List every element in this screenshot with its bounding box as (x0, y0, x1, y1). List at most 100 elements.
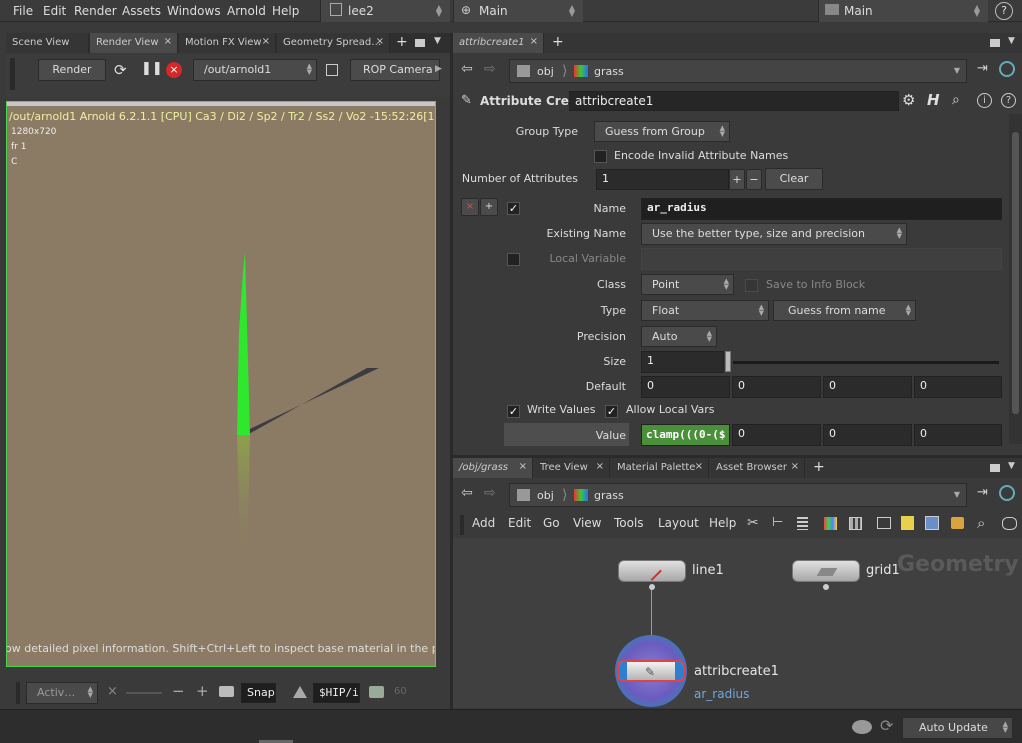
node-line1[interactable] (618, 560, 686, 582)
default-field-2[interactable]: 0 (732, 376, 821, 398)
image-path-field[interactable]: $HIP/i (313, 683, 360, 703)
pin-icon[interactable]: ⇥ (977, 485, 988, 500)
close-icon[interactable]: × (596, 461, 604, 472)
grid-icon[interactable] (849, 517, 862, 530)
write-values-checkbox[interactable]: ✓ (507, 405, 520, 418)
camera-button[interactable]: ROP Camera (350, 59, 440, 81)
existing-name-dropdown[interactable]: Use the better type, size and precision … (641, 223, 907, 245)
delete-multiparm-button[interactable]: × (461, 198, 479, 216)
gear-icon[interactable]: ⚙ (902, 91, 915, 109)
group-type-dropdown[interactable]: Guess from Group ▲ ▼ (594, 121, 730, 142)
type-dropdown[interactable]: Float ▲ ▼ (641, 300, 769, 321)
default-field-3[interactable]: 0 (823, 376, 912, 398)
link-icon[interactable] (999, 485, 1015, 501)
add-tab-icon[interactable]: + (396, 34, 408, 50)
pane-menu-icon[interactable]: ▼ (1008, 461, 1015, 471)
local-variable-field[interactable] (641, 248, 1002, 270)
back-arrow-icon[interactable]: ⇦ (461, 61, 473, 77)
size-field[interactable]: 1 (641, 351, 724, 373)
value-expression-field[interactable]: clamp(((0-($ (641, 424, 730, 446)
size-slider-track[interactable] (733, 361, 999, 364)
background-image-icon[interactable] (925, 516, 939, 530)
maximize-icon[interactable] (415, 39, 425, 47)
context-selector[interactable]: ⊕ Main ▲ ▼ (453, 0, 583, 22)
network-breadcrumb[interactable]: obj ⟩ grass ▼ (509, 483, 967, 507)
precision-dropdown[interactable]: Auto ▲ ▼ (641, 326, 717, 347)
tab-geometry-spreadsheet[interactable]: Geometry Spread… × (277, 33, 390, 53)
net-menu-layout[interactable]: Layout (658, 516, 699, 530)
close-icon[interactable]: × (164, 36, 172, 47)
tab-material-palette[interactable]: Material Palette × (611, 458, 709, 478)
size-slider-handle[interactable] (725, 351, 731, 372)
pane-menu-icon[interactable]: ▼ (1008, 36, 1015, 46)
right-desktop-selector[interactable]: Main ▲ ▼ (818, 0, 988, 22)
auto-update-dropdown[interactable]: Auto Update ▲ ▼ (902, 717, 1013, 739)
default-field-1[interactable]: 0 (641, 376, 730, 398)
list-icon[interactable] (797, 517, 808, 530)
tree-icon[interactable]: ⊢ (772, 515, 783, 530)
tab-render-view[interactable]: Render View × (90, 33, 178, 53)
menu-render[interactable]: Render (74, 4, 117, 18)
pane-menu-icon[interactable]: ▼ (434, 36, 441, 46)
value-field-3[interactable]: 0 (823, 424, 912, 446)
plus-icon[interactable]: + (196, 682, 209, 700)
minus-icon[interactable]: − (172, 682, 185, 700)
link-icon[interactable] (999, 61, 1015, 77)
help-h-icon[interactable]: H (927, 91, 940, 109)
render-output-icon[interactable] (369, 686, 384, 698)
net-menu-edit[interactable]: Edit (508, 516, 531, 530)
path-obj[interactable]: obj (537, 489, 554, 502)
menu-windows[interactable]: Windows (167, 4, 221, 18)
path-obj[interactable]: obj (537, 65, 554, 78)
back-arrow-icon[interactable]: ⇦ (461, 485, 473, 501)
pin-icon[interactable]: ⇥ (977, 61, 988, 76)
path-node[interactable]: grass (594, 65, 624, 78)
class-dropdown[interactable]: Point ▲ ▼ (641, 274, 734, 295)
default-field-4[interactable]: 0 (914, 376, 1002, 398)
close-icon[interactable]: × (530, 36, 538, 47)
allow-local-vars-checkbox[interactable]: ✓ (605, 405, 618, 418)
close-icon[interactable]: × (695, 461, 703, 472)
menu-edit[interactable]: Edit (43, 4, 66, 18)
num-attributes-field[interactable]: 1 (596, 169, 729, 190)
search-icon[interactable]: ⌕ (952, 92, 960, 108)
render-button[interactable]: Render (38, 59, 106, 81)
refresh-icon[interactable]: ⟳ (114, 61, 127, 79)
add-attribute-button[interactable]: + (729, 169, 745, 190)
menu-help[interactable]: Help (272, 4, 299, 18)
output-connector[interactable] (649, 584, 655, 590)
net-menu-add[interactable]: Add (472, 516, 495, 530)
net-menu-go[interactable]: Go (543, 516, 560, 530)
menu-arnold[interactable]: Arnold (227, 4, 266, 18)
display-flag[interactable] (619, 662, 627, 680)
tab-asset-browser[interactable]: Asset Browser × (710, 458, 805, 478)
close-icon[interactable]: × (791, 461, 799, 472)
close-icon[interactable]: × (262, 36, 270, 47)
tab-attribcreate1[interactable]: attribcreate1 × (453, 33, 544, 53)
save-icon[interactable] (293, 686, 307, 698)
forward-arrow-icon[interactable]: ⇨ (484, 485, 496, 501)
node-grid1[interactable] (792, 560, 860, 582)
remove-attribute-button[interactable]: − (746, 169, 762, 190)
type-guess-dropdown[interactable]: Guess from name ▲ ▼ (773, 300, 916, 321)
color-palette-icon[interactable] (824, 517, 837, 530)
pause-icon[interactable]: ❚❚ (141, 61, 163, 76)
chevron-down-icon[interactable]: ▼ (954, 490, 960, 499)
search-icon[interactable]: ⌕ (977, 514, 985, 532)
value-field-4[interactable]: 0 (914, 424, 1002, 446)
add-tab-icon[interactable]: + (813, 459, 825, 475)
close-icon[interactable]: × (519, 461, 527, 472)
net-menu-help[interactable]: Help (709, 516, 736, 530)
encode-checkbox[interactable] (594, 150, 607, 163)
chevron-down-icon[interactable]: ▼ (954, 66, 960, 75)
toolbar-handle[interactable] (16, 682, 20, 704)
path-node[interactable]: grass (594, 489, 624, 502)
save-info-checkbox[interactable] (745, 279, 758, 292)
zoom-slider[interactable] (126, 692, 162, 694)
param-scrollbar[interactable] (1009, 114, 1022, 444)
net-menu-view[interactable]: View (573, 516, 601, 530)
node-name-field[interactable]: attribcreate1 (569, 91, 899, 111)
chevron-right-icon[interactable]: ▶ (435, 64, 442, 74)
wrench-icon[interactable]: ✂ (747, 515, 759, 531)
desktop-selector[interactable]: lee2 ▲ ▼ (320, 0, 450, 22)
